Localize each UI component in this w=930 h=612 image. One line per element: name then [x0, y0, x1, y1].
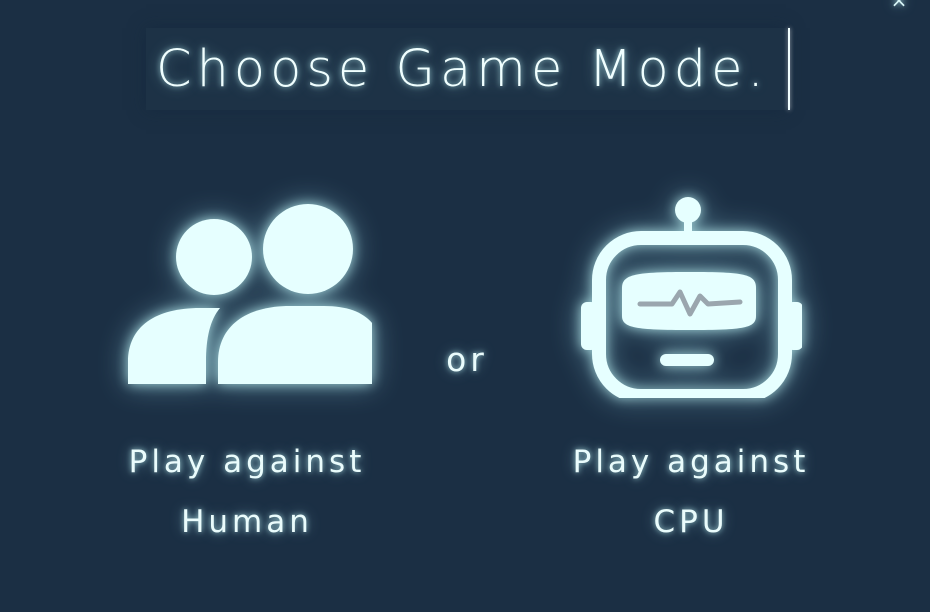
game-mode-screen: { "window": { "close_label": "×" }, "tit…	[0, 0, 930, 612]
mode-label-line2: CPU	[653, 504, 729, 540]
robot-icon	[581, 197, 802, 398]
play-cpu-button[interactable]: Play against CPU	[560, 190, 822, 560]
mode-label-line1: Play against	[572, 444, 810, 480]
title-banner: Choose Game Mode.	[146, 28, 790, 110]
users-icon	[128, 204, 372, 384]
play-human-button[interactable]: Play against Human	[110, 200, 384, 560]
page-title: Choose Game Mode.	[156, 40, 769, 99]
or-separator: or	[446, 340, 488, 379]
close-button[interactable]: ×	[884, 0, 914, 10]
text-caret	[788, 28, 790, 110]
mode-label-line1: Play against	[128, 444, 366, 480]
mode-label-line2: Human	[181, 504, 313, 540]
